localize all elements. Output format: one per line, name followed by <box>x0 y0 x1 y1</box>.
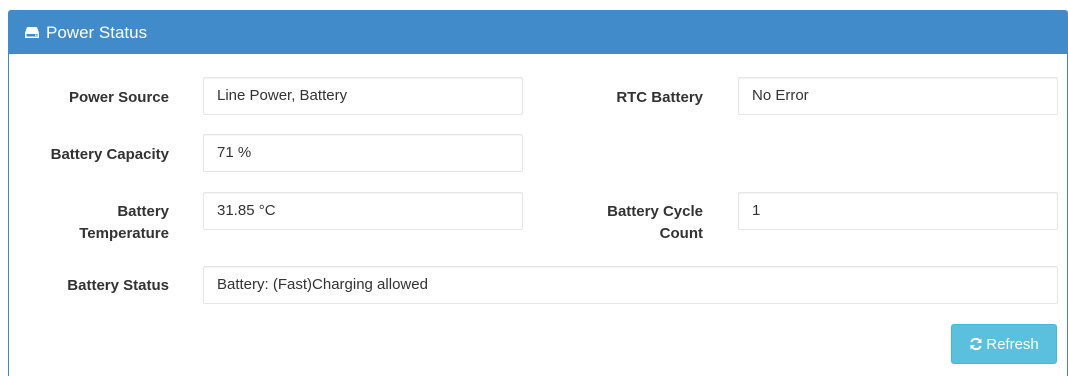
panel-title: Power Status <box>46 22 148 42</box>
refresh-icon <box>969 337 983 351</box>
battery-temperature-value: 31.85 °C <box>203 192 523 230</box>
power-source-value: Line Power, Battery <box>203 77 523 115</box>
battery-status-value: Battery: (Fast)Charging allowed <box>203 266 1058 304</box>
power-source-label: Power Source <box>68 89 169 106</box>
battery-cycle-count-label-line1: Battery Cycle <box>607 203 703 220</box>
battery-capacity-label: Battery Capacity <box>50 146 169 163</box>
refresh-button[interactable]: Refresh <box>951 324 1057 364</box>
rtc-battery-value: No Error <box>738 77 1058 115</box>
battery-cycle-count-label: Battery Cycle Count <box>549 201 703 245</box>
panel-heading: Power Status <box>9 11 1067 54</box>
battery-temperature-label-line1: Battery <box>117 203 169 220</box>
battery-capacity-value: 71 % <box>203 134 523 172</box>
refresh-label: Refresh <box>986 335 1039 353</box>
rtc-battery-label: RTC Battery <box>616 89 703 106</box>
power-status-panel: Power Status Power Source Line Power, Ba… <box>8 10 1068 376</box>
battery-cycle-count-value: 1 <box>738 192 1058 230</box>
battery-temperature-label-line2: Temperature <box>79 225 169 242</box>
battery-temperature-label: Battery Temperature <box>29 201 169 245</box>
battery-status-label: Battery Status <box>67 277 169 294</box>
hdd-icon <box>24 26 40 40</box>
battery-cycle-count-label-line2: Count <box>659 225 703 242</box>
